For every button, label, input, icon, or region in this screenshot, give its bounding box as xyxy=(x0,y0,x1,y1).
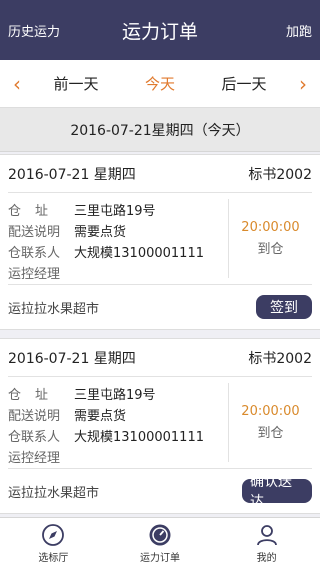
tab-bid-hall[interactable]: 选标厅 xyxy=(0,518,107,569)
address-label: 仓址 xyxy=(8,204,63,219)
address-value: 三里屯路19号 xyxy=(74,204,156,219)
prev-day-button[interactable]: 前一天 xyxy=(34,73,118,94)
contact-value: 大规模13100001111 xyxy=(74,430,204,445)
contact-label: 仓联系人 xyxy=(8,246,61,261)
check-in-button[interactable]: 签到 xyxy=(256,295,312,319)
tab-label: 选标厅 xyxy=(38,553,69,564)
order-date: 2016-07-21 星期四 xyxy=(8,350,136,367)
manager-label: 运控经理 xyxy=(8,267,61,282)
shipper-name: 运拉拉水果超市 xyxy=(8,485,100,501)
order-card: 2016-07-21 星期四 标书2002 仓址 三里屯路19号 配送说明 需要点货… xyxy=(0,154,320,330)
order-card-body: 仓址 三里屯路19号 配送说明 需要点货 仓联系人 大规模13100001111 运控… xyxy=(8,377,312,469)
order-time-block: 20:00:00 到仓 xyxy=(228,199,312,278)
order-card-body: 仓址 三里屯路19号 配送说明 需要点货 仓联系人 大规模13100001111 运控… xyxy=(8,193,312,285)
history-capacity-link[interactable]: 历史运力 xyxy=(8,21,78,40)
order-card-header: 2016-07-21 星期四 标书2002 xyxy=(8,339,312,377)
note-label: 配送说明 xyxy=(8,225,61,240)
tab-label: 我的 xyxy=(256,553,277,564)
compass-icon xyxy=(42,524,65,546)
top-nav-bar: 历史运力 运力订单 加跑 xyxy=(0,0,320,60)
address-label: 仓址 xyxy=(8,388,63,403)
order-card-footer: 运拉拉水果超市 签到 xyxy=(8,285,312,329)
order-card-footer: 运拉拉水果超市 确认送达 xyxy=(8,469,312,513)
chevron-right-icon[interactable]: › xyxy=(286,72,320,96)
manager-label: 运控经理 xyxy=(8,451,61,466)
confirm-delivery-button[interactable]: 确认送达 xyxy=(242,474,312,510)
gauge-icon xyxy=(149,524,171,546)
arrival-time: 20:00:00 xyxy=(241,220,300,235)
chevron-left-icon[interactable]: ‹ xyxy=(0,72,34,96)
date-banner: 2016-07-21星期四（今天） xyxy=(0,108,320,152)
order-date: 2016-07-21 星期四 xyxy=(8,166,136,183)
next-day-button[interactable]: 后一天 xyxy=(202,73,286,94)
arrival-status: 到仓 xyxy=(257,242,284,257)
order-bid: 标书2002 xyxy=(248,166,312,183)
order-bid: 标书2002 xyxy=(248,350,312,367)
user-icon xyxy=(256,525,277,546)
arrival-time: 20:00:00 xyxy=(241,404,300,419)
tab-label: 运力订单 xyxy=(140,553,180,564)
contact-label: 仓联系人 xyxy=(8,430,61,445)
tab-mine[interactable]: 我的 xyxy=(213,518,320,569)
today-button[interactable]: 今天 xyxy=(118,73,202,94)
shipper-name: 运拉拉水果超市 xyxy=(8,301,100,317)
add-run-link[interactable]: 加跑 xyxy=(242,21,312,40)
arrival-status: 到仓 xyxy=(257,426,284,441)
page-title: 运力订单 xyxy=(121,20,198,43)
tab-capacity-orders[interactable]: 运力订单 xyxy=(107,518,214,569)
contact-value: 大规模13100001111 xyxy=(74,246,204,261)
note-label: 配送说明 xyxy=(8,409,61,424)
note-value: 需要点货 xyxy=(74,225,127,240)
note-value: 需要点货 xyxy=(74,409,127,424)
order-card: 2016-07-21 星期四 标书2002 仓址 三里屯路19号 配送说明 需要点货… xyxy=(0,338,320,514)
bottom-tab-bar: 选标厅 运力订单 我的 xyxy=(0,517,320,569)
order-time-block: 20:00:00 到仓 xyxy=(228,383,312,462)
day-navigation: ‹ 前一天 今天 后一天 › xyxy=(0,60,320,108)
order-card-header: 2016-07-21 星期四 标书2002 xyxy=(8,155,312,193)
order-info: 仓址 三里屯路19号 配送说明 需要点货 仓联系人 大规模13100001111 运控… xyxy=(8,377,228,468)
order-info: 仓址 三里屯路19号 配送说明 需要点货 仓联系人 大规模13100001111 运控… xyxy=(8,193,228,284)
address-value: 三里屯路19号 xyxy=(74,388,156,403)
